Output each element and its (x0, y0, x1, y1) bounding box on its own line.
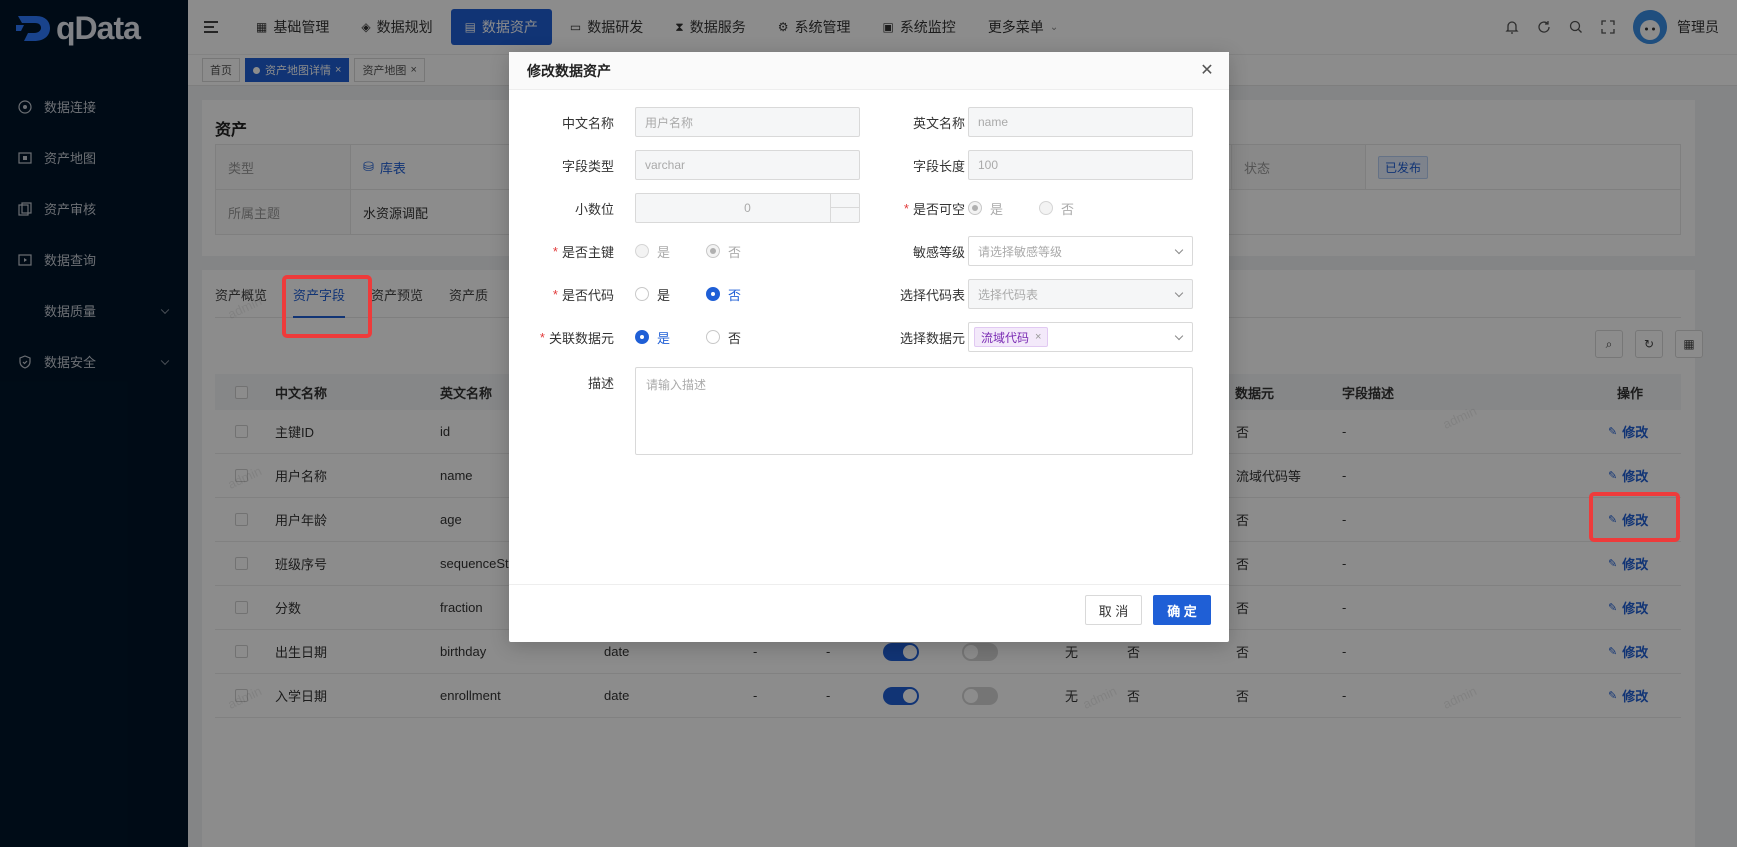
cn-name-label: 中文名称 (561, 115, 614, 131)
pk-no-radio[interactable] (706, 244, 721, 258)
radio-label: 否 (728, 330, 742, 346)
radio-label: 否 (728, 287, 742, 303)
field-length-label: 字段长度 (912, 158, 965, 174)
pk-radio-group: 是 否 (635, 236, 777, 266)
radio-label: 是 (657, 287, 671, 303)
link-meta-label: * 关联数据元 (539, 329, 614, 346)
sensitivity-label: 敏感等级 (912, 244, 965, 260)
desc-label: 描述 (587, 375, 614, 391)
modal-footer: 取 消 确 定 (509, 584, 1229, 642)
decimal-label: 小数位 (574, 201, 614, 217)
nullable-label: * 是否可空 (903, 200, 965, 217)
radio-label: 是 (657, 330, 671, 346)
code-table-select[interactable]: 选择代码表 (968, 279, 1193, 309)
link-meta-label-text: 关联数据元 (548, 330, 614, 346)
field-length-input[interactable]: 100 (968, 150, 1193, 180)
radio-label: 否 (1061, 201, 1075, 217)
pk-label: * 是否主键 (552, 243, 614, 260)
is-code-yes-radio[interactable] (635, 287, 649, 301)
chevron-down-icon (1174, 331, 1184, 341)
link-meta-no-radio[interactable] (706, 330, 721, 344)
confirm-button[interactable]: 确 定 (1153, 595, 1211, 625)
radio-label: 是 (990, 201, 1004, 217)
selected-tag: 流域代码 × (974, 327, 1049, 347)
code-table-placeholder: 选择代码表 (978, 287, 1039, 302)
en-name-input[interactable]: name (968, 107, 1193, 137)
meta-select[interactable]: 流域代码 × (968, 322, 1193, 352)
radio-label: 否 (728, 244, 742, 260)
link-meta-radio-group: 是 否 (635, 322, 777, 352)
modal-title: 修改数据资产 (509, 52, 1229, 90)
is-code-label-text: 是否代码 (561, 287, 614, 303)
nullable-yes-radio[interactable] (968, 201, 982, 215)
en-name-label: 英文名称 (912, 115, 965, 131)
link-meta-yes-radio[interactable] (635, 330, 649, 344)
is-code-label: * 是否代码 (552, 286, 614, 303)
sensitivity-placeholder: 请选择敏感等级 (978, 244, 1063, 259)
highlight-box (282, 275, 372, 338)
close-icon[interactable]: × (1035, 331, 1041, 343)
sensitivity-select[interactable]: 请选择敏感等级 (968, 236, 1193, 266)
cancel-button[interactable]: 取 消 (1085, 595, 1142, 625)
desc-textarea[interactable]: 请输入描述 (635, 367, 1193, 455)
field-type-label: 字段类型 (561, 158, 614, 174)
pk-yes-radio[interactable] (635, 244, 649, 258)
is-code-no-radio[interactable] (706, 287, 721, 301)
field-type-input[interactable]: varchar (635, 150, 860, 180)
meta-select-label: 选择数据元 (899, 330, 965, 346)
close-icon[interactable]: ✕ (1199, 62, 1215, 79)
cn-name-input[interactable]: 用户名称 (635, 107, 860, 137)
decimal-value: 0 (744, 201, 751, 215)
edit-asset-modal: 修改数据资产 ✕ 中文名称 用户名称 英文名称 name 字段类型 varcha… (509, 52, 1229, 642)
pk-label-text: 是否主键 (561, 244, 614, 260)
selected-tag-label: 流域代码 (981, 330, 1030, 345)
chevron-down-icon (1174, 288, 1184, 298)
radio-label: 是 (657, 244, 671, 260)
chevron-down-icon (1174, 245, 1184, 255)
highlight-box (1589, 492, 1680, 542)
nullable-label-text: 是否可空 (912, 201, 965, 217)
is-code-radio-group: 是 否 (635, 279, 777, 309)
nullable-no-radio[interactable] (1039, 201, 1054, 215)
code-table-label: 选择代码表 (899, 287, 965, 303)
nullable-radio-group: 是 否 (968, 193, 1110, 223)
decimal-stepper[interactable]: 0 (635, 193, 860, 223)
